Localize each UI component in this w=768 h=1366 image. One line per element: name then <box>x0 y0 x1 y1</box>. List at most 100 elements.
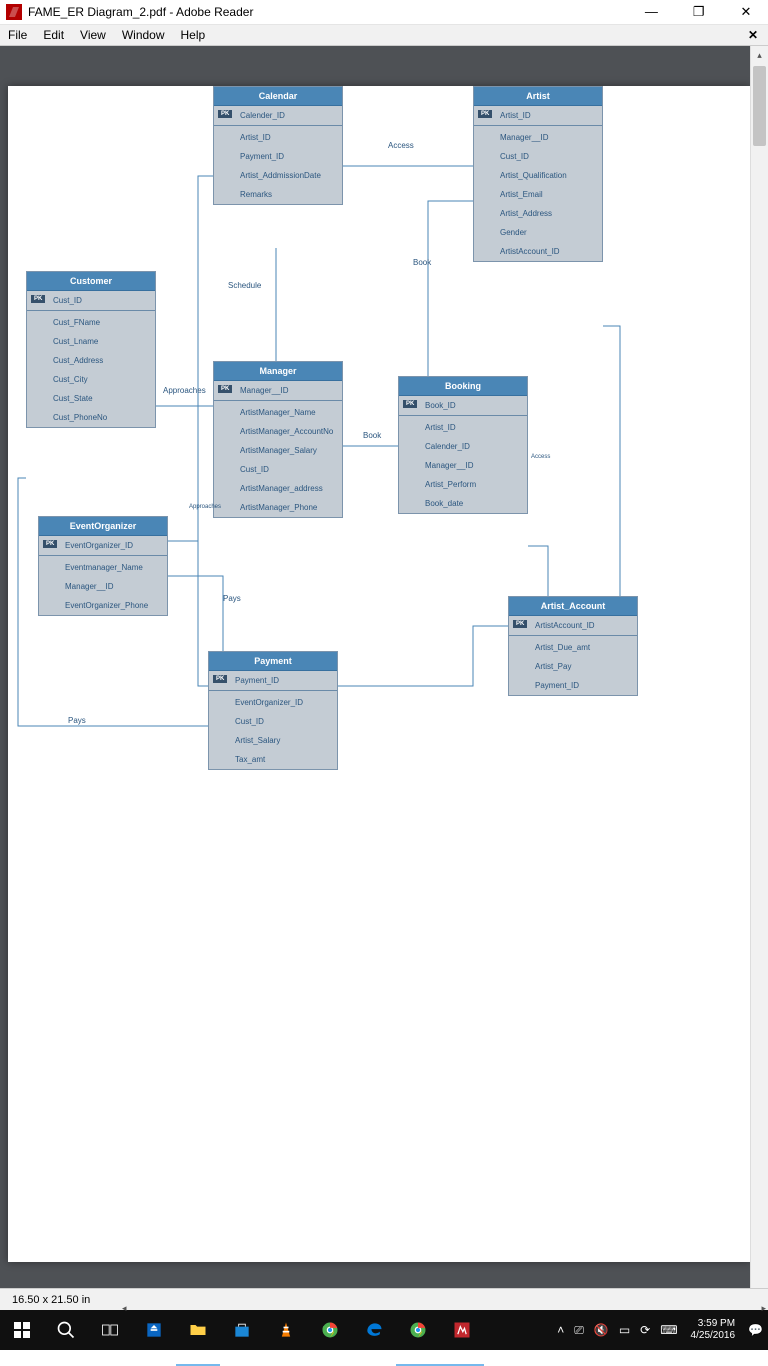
attr: Artist_Perform <box>399 475 527 494</box>
entity-artist: Artist Artist_ID Manager__ID Cust_ID Art… <box>473 86 603 262</box>
rel-pays-2: Pays <box>68 716 86 725</box>
taskbar-store[interactable] <box>220 1310 264 1350</box>
entity-header: Booking <box>399 377 527 396</box>
clock-time: 3:59 PM <box>691 1318 736 1330</box>
attr: ArtistManager_Salary <box>214 441 342 460</box>
tray-network-icon[interactable]: ⎚ <box>569 1323 589 1338</box>
attr: Cust_ID <box>209 712 337 731</box>
scroll-right-icon[interactable]: ▸ <box>761 1303 766 1314</box>
attr-pk: EventOrganizer_ID <box>39 536 167 556</box>
entity-header: Manager <box>214 362 342 381</box>
rel-approaches: Approaches <box>163 386 206 395</box>
taskbar-chrome[interactable] <box>308 1310 352 1350</box>
tray-sync-icon[interactable]: ⟳ <box>635 1323 655 1337</box>
entity-header: Artist <box>474 87 602 106</box>
attr: Artist_ID <box>399 418 527 437</box>
document-close-icon[interactable]: ✕ <box>740 28 768 42</box>
app-icon <box>6 4 22 20</box>
statusbar: 16.50 x 21.50 in ◂ ▸ <box>0 1288 768 1310</box>
attr-pk: Manager__ID <box>214 381 342 401</box>
attr: Gender <box>474 223 602 242</box>
rel-book: Book <box>363 431 381 440</box>
attr: Cust_PhoneNo <box>27 408 155 427</box>
entity-manager: Manager Manager__ID ArtistManager_Name A… <box>213 361 343 518</box>
attr-pk: Calender_ID <box>214 106 342 126</box>
scroll-up-icon[interactable]: ▴ <box>751 46 768 64</box>
attr: Artist_Due_amt <box>509 638 637 657</box>
maximize-button[interactable]: ❐ <box>677 0 721 24</box>
menu-window[interactable]: Window <box>114 28 173 42</box>
entity-customer: Customer Cust_ID Cust_FName Cust_Lname C… <box>26 271 156 428</box>
attr: Artist_AddmissionDate <box>214 166 342 185</box>
menu-edit[interactable]: Edit <box>35 28 72 42</box>
taskbar-vlc[interactable] <box>264 1310 308 1350</box>
attr: EventOrganizer_Phone <box>39 596 167 615</box>
system-tray: ˄ ⎚ 🔇 ▭ ⟳ ⌨ 3:59 PM 4/25/2016 💬 <box>552 1318 768 1342</box>
attr: Payment_ID <box>509 676 637 695</box>
attr-pk: Artist_ID <box>474 106 602 126</box>
menu-file[interactable]: File <box>0 28 35 42</box>
attr: Eventmanager_Name <box>39 558 167 577</box>
pdf-page[interactable]: Calendar Calender_ID Artist_ID Payment_I… <box>8 86 750 1262</box>
attr: Tax_amt <box>209 750 337 769</box>
er-connectors <box>8 86 750 1262</box>
close-button[interactable]: ✕ <box>724 0 768 24</box>
attr: Calender_ID <box>399 437 527 456</box>
entity-booking: Booking Book_ID Artist_ID Calender_ID Ma… <box>398 376 528 514</box>
window-controls: — ❐ ✕ <box>629 0 768 24</box>
tray-battery-icon[interactable]: ▭ <box>614 1323 635 1337</box>
attr: Book_date <box>399 494 527 513</box>
minimize-button[interactable]: — <box>629 0 673 24</box>
attr: EventOrganizer_ID <box>209 693 337 712</box>
task-view-icon[interactable] <box>88 1310 132 1350</box>
taskbar-chrome-2[interactable] <box>396 1310 440 1350</box>
scroll-thumb[interactable] <box>753 66 766 146</box>
vertical-scrollbar[interactable]: ▴ ▾ <box>750 46 768 1310</box>
attr: Cust_FName <box>27 313 155 332</box>
taskbar-file-explorer[interactable] <box>176 1310 220 1350</box>
tray-keyboard-icon[interactable]: ⌨ <box>655 1323 682 1337</box>
rel-access: Access <box>388 141 414 150</box>
attr: Artist_Pay <box>509 657 637 676</box>
taskbar-edge[interactable] <box>352 1310 396 1350</box>
clock[interactable]: 3:59 PM 4/25/2016 <box>683 1318 744 1342</box>
window-title: FAME_ER Diagram_2.pdf - Adobe Reader <box>28 5 629 19</box>
taskbar: ˄ ⎚ 🔇 ▭ ⟳ ⌨ 3:59 PM 4/25/2016 💬 <box>0 1310 768 1350</box>
entity-calendar: Calendar Calender_ID Artist_ID Payment_I… <box>213 86 343 205</box>
attr-pk: ArtistAccount_ID <box>509 616 637 636</box>
entity-header: EventOrganizer <box>39 517 167 536</box>
entity-header: Payment <box>209 652 337 671</box>
attr: Manager__ID <box>399 456 527 475</box>
entity-artist-account: Artist_Account ArtistAccount_ID Artist_D… <box>508 596 638 696</box>
taskbar-app[interactable] <box>132 1310 176 1350</box>
rel-schedule: Schedule <box>228 281 261 290</box>
cortana-search-icon[interactable] <box>44 1310 88 1350</box>
scroll-left-icon[interactable]: ◂ <box>122 1303 127 1314</box>
rel-pays: Pays <box>223 594 241 603</box>
clock-date: 4/25/2016 <box>691 1330 736 1342</box>
attr: Cust_ID <box>474 147 602 166</box>
attr-pk: Cust_ID <box>27 291 155 311</box>
entity-eventorganizer: EventOrganizer EventOrganizer_ID Eventma… <box>38 516 168 616</box>
menu-view[interactable]: View <box>72 28 114 42</box>
attr: Cust_State <box>27 389 155 408</box>
entity-payment: Payment Payment_ID EventOrganizer_ID Cus… <box>208 651 338 770</box>
document-viewport: Calendar Calender_ID Artist_ID Payment_I… <box>0 46 768 1310</box>
attr: Remarks <box>214 185 342 204</box>
attr: Artist_ID <box>214 128 342 147</box>
attr: Artist_Qualification <box>474 166 602 185</box>
attr: ArtistManager_address <box>214 479 342 498</box>
entity-header: Artist_Account <box>509 597 637 616</box>
attr: Cust_Address <box>27 351 155 370</box>
action-center-icon[interactable]: 💬 <box>743 1323 768 1337</box>
attr-pk: Book_ID <box>399 396 527 416</box>
start-button[interactable] <box>0 1310 44 1350</box>
attr: Cust_ID <box>214 460 342 479</box>
menu-help[interactable]: Help <box>173 28 214 42</box>
rel-book-2: Book <box>413 258 431 267</box>
attr: Artist_Address <box>474 204 602 223</box>
taskbar-adobe-reader[interactable] <box>440 1310 484 1350</box>
tray-volume-icon[interactable]: 🔇 <box>589 1323 614 1337</box>
attr: Artist_Email <box>474 185 602 204</box>
tray-overflow-icon[interactable]: ˄ <box>552 1323 569 1337</box>
